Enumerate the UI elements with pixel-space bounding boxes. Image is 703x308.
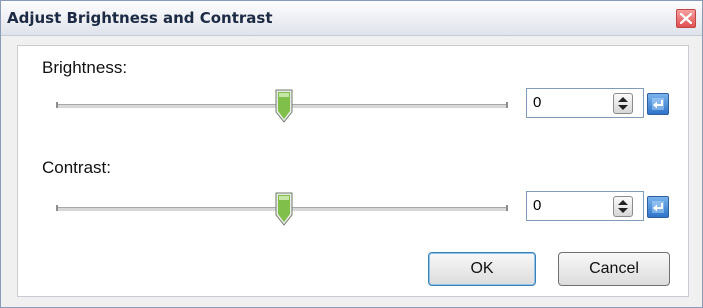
brightness-label: Brightness:	[42, 58, 128, 77]
spin-arrows-icon	[618, 200, 628, 213]
close-button[interactable]	[676, 9, 696, 28]
reset-icon	[652, 201, 664, 213]
close-icon	[680, 13, 692, 24]
brightness-slider-thumb[interactable]	[275, 89, 293, 123]
contrast-value[interactable]: 0	[533, 197, 541, 214]
brightness-spin-box[interactable]: 0	[526, 88, 644, 118]
brightness-reset-button[interactable]	[647, 93, 669, 115]
window-title: Adjust Brightness and Contrast	[7, 9, 273, 27]
contrast-track-start	[56, 205, 58, 211]
dialog-window: Adjust Brightness and Contrast Brightnes…	[0, 0, 703, 308]
spin-arrows-icon	[618, 97, 628, 110]
dialog-content: Brightness: 0 Contrast: 0 OK Cancel	[17, 45, 689, 297]
cancel-button[interactable]: Cancel	[558, 252, 670, 286]
reset-icon	[652, 98, 664, 110]
brightness-track-end	[506, 102, 508, 108]
contrast-spin-arrows[interactable]	[613, 196, 633, 217]
brightness-track-start	[56, 102, 58, 108]
contrast-track-end	[506, 205, 508, 211]
contrast-reset-button[interactable]	[647, 196, 669, 218]
contrast-spin-box[interactable]: 0	[526, 191, 644, 221]
contrast-label: Contrast:	[42, 158, 111, 177]
contrast-slider-thumb[interactable]	[275, 192, 293, 226]
brightness-spin-arrows[interactable]	[613, 93, 633, 114]
brightness-value[interactable]: 0	[533, 94, 541, 111]
title-bar[interactable]: Adjust Brightness and Contrast	[1, 1, 702, 36]
ok-button[interactable]: OK	[428, 252, 536, 286]
